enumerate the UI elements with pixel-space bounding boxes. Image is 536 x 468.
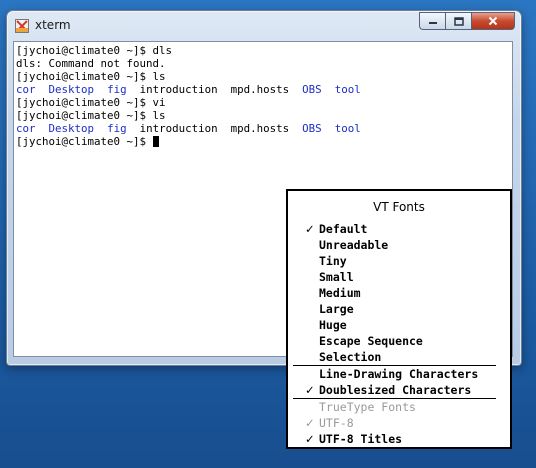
ls-entry-file: mpd.hosts [230,122,290,135]
terminal-text: [jychoi@climate0 ~]$ vi [16,96,166,109]
ls-entry-directory: Desktop [48,122,95,135]
menu-item-label: Medium [319,286,361,300]
terminal-text: [jychoi@climate0 ~]$ dls [16,44,173,57]
terminal-text: [jychoi@climate0 ~]$ ls [16,70,166,83]
checkmark-icon: ✓ [305,222,315,236]
ls-entry-file: introduction [139,83,218,96]
menu-item-label: UTF-8 [319,416,354,430]
menu-item-label: Default [319,222,368,236]
title-bar[interactable]: xterm [7,11,521,39]
ls-entry-directory: Desktop [48,83,95,96]
minimize-button[interactable] [419,12,445,30]
terminal-line: [jychoi@climate0 ~]$ ls [16,70,512,83]
checkmark-icon: ✓ [305,416,315,430]
menu-item-label: Huge [319,318,347,332]
menu-item-small[interactable]: Small [288,269,510,285]
terminal-line: [jychoi@climate0 ~]$ [16,135,512,148]
menu-item-medium[interactable]: Medium [288,285,510,301]
vt-fonts-menu: VT Fonts ✓ Default Unreadable Tiny Small Medi… [286,189,512,449]
terminal-line: cor Desktop fig introduction mpd.hosts O… [16,122,512,135]
close-button[interactable] [471,12,515,30]
ls-entry-directory: tool [334,83,361,96]
menu-item-label: Selection [319,350,382,364]
xterm-app-icon [15,19,29,33]
ls-entry-directory: fig [107,122,127,135]
menu-item-label: TrueType Fonts [319,400,416,414]
ls-entry-file: mpd.hosts [230,83,290,96]
menu-item-utf-8: ✓ UTF-8 [288,415,510,431]
menu-item-unreadable[interactable]: Unreadable [288,237,510,253]
menu-item-label: Small [319,270,354,284]
minimize-icon [428,22,437,24]
terminal-line: [jychoi@climate0 ~]$ ls [16,109,512,122]
terminal-line: [jychoi@climate0 ~]$ dls [16,44,512,57]
menu-item-utf-8-titles[interactable]: ✓ UTF-8 Titles [288,431,510,447]
menu-item-doublesized-characters[interactable]: ✓ Doublesized Characters [288,382,510,398]
shell-prompt: [jychoi@climate0 ~]$ [16,135,153,148]
menu-item-label: Unreadable [319,238,389,252]
checkmark-icon: ✓ [305,432,315,446]
maximize-icon [453,16,464,26]
terminal-line: dls: Command not found. [16,57,512,70]
desktop: xterm [jychoi@climate0 ~]$ dls dls: Comma… [0,0,536,468]
menu-item-default[interactable]: ✓ Default [288,221,510,237]
menu-item-escape-sequence[interactable]: Escape Sequence [288,333,510,349]
ls-entry-directory: cor [16,83,36,96]
terminal-text: dls: Command not found. [16,57,166,70]
menu-item-huge[interactable]: Huge [288,317,510,333]
menu-item-label: Large [319,302,354,316]
menu-item-label: Tiny [319,254,347,268]
ls-entry-directory: cor [16,122,36,135]
window-title: xterm [35,18,71,32]
terminal-line: cor Desktop fig introduction mpd.hosts O… [16,83,512,96]
ls-entry-directory: OBS [302,122,322,135]
terminal-text: [jychoi@climate0 ~]$ ls [16,109,166,122]
menu-title: VT Fonts [373,200,425,214]
text-cursor [152,136,159,147]
menu-item-truetype-fonts: TrueType Fonts [288,399,510,415]
ls-entry-directory: tool [334,122,361,135]
ls-entry-directory: OBS [302,83,322,96]
menu-item-tiny[interactable]: Tiny [288,253,510,269]
checkmark-icon: ✓ [305,383,315,397]
close-icon [488,16,498,26]
menu-item-large[interactable]: Large [288,301,510,317]
maximize-button[interactable] [445,12,471,30]
ls-entry-directory: fig [107,83,127,96]
menu-item-label: Line-Drawing Characters [319,367,479,381]
menu-item-line-drawing-characters[interactable]: Line-Drawing Characters [288,366,510,382]
terminal-line: [jychoi@climate0 ~]$ vi [16,96,512,109]
menu-item-label: Escape Sequence [319,334,423,348]
menu-item-selection[interactable]: Selection [288,349,510,365]
menu-item-label: UTF-8 Titles [319,432,403,446]
menu-item-label: Doublesized Characters [319,383,472,397]
ls-entry-file: introduction [139,122,218,135]
